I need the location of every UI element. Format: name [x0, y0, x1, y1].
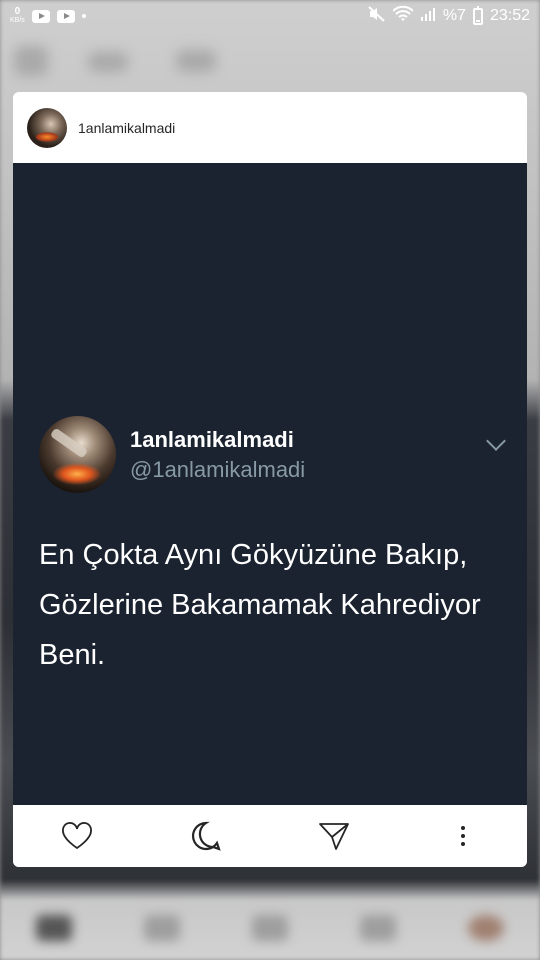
- post-image-tweet[interactable]: 1anlamikalmadi @1anlamikalmadi En Çokta …: [13, 163, 527, 805]
- post-username[interactable]: 1anlamikalmadi: [78, 120, 175, 136]
- like-button[interactable]: [57, 816, 97, 856]
- network-speed: 0 KB/s: [10, 6, 25, 25]
- background-bottom-nav: [0, 896, 540, 960]
- tweet-avatar: [39, 416, 116, 493]
- post-header: 1anlamikalmadi: [13, 92, 527, 163]
- comment-button[interactable]: [186, 816, 226, 856]
- post-preview-card: 1anlamikalmadi 1anlamikalmadi @1anlamika…: [13, 92, 527, 867]
- clock: 23:52: [489, 7, 530, 24]
- share-button[interactable]: [314, 816, 354, 856]
- wifi-icon: [392, 5, 414, 26]
- chevron-down-icon: [486, 431, 506, 451]
- mute-icon: [368, 6, 386, 26]
- battery-percent: %7: [442, 7, 466, 24]
- status-bar: 0 KB/s %7 23:52: [0, 0, 540, 32]
- signal-icon: [420, 6, 436, 26]
- tweet-header: 1anlamikalmadi @1anlamikalmadi: [39, 416, 305, 493]
- comment-icon: [191, 821, 221, 851]
- share-icon: [319, 823, 350, 850]
- post-actions: [13, 805, 527, 867]
- profile-avatar[interactable]: [27, 107, 67, 148]
- battery-icon: [472, 5, 483, 25]
- tweet-text: En Çokta Aynı Gökyüzüne Bakıp, Gözlerine…: [39, 539, 481, 671]
- tweet-display-name: 1anlamikalmadi: [130, 426, 294, 452]
- more-options-button[interactable]: [443, 816, 483, 856]
- heart-icon: [62, 822, 93, 850]
- more-notifications-icon: [81, 14, 86, 18]
- youtube-notification-icon: [56, 9, 75, 23]
- tweet-handle: @1anlamikalmadi: [130, 456, 306, 482]
- more-icon: [460, 826, 465, 846]
- youtube-notification-icon: [31, 9, 50, 23]
